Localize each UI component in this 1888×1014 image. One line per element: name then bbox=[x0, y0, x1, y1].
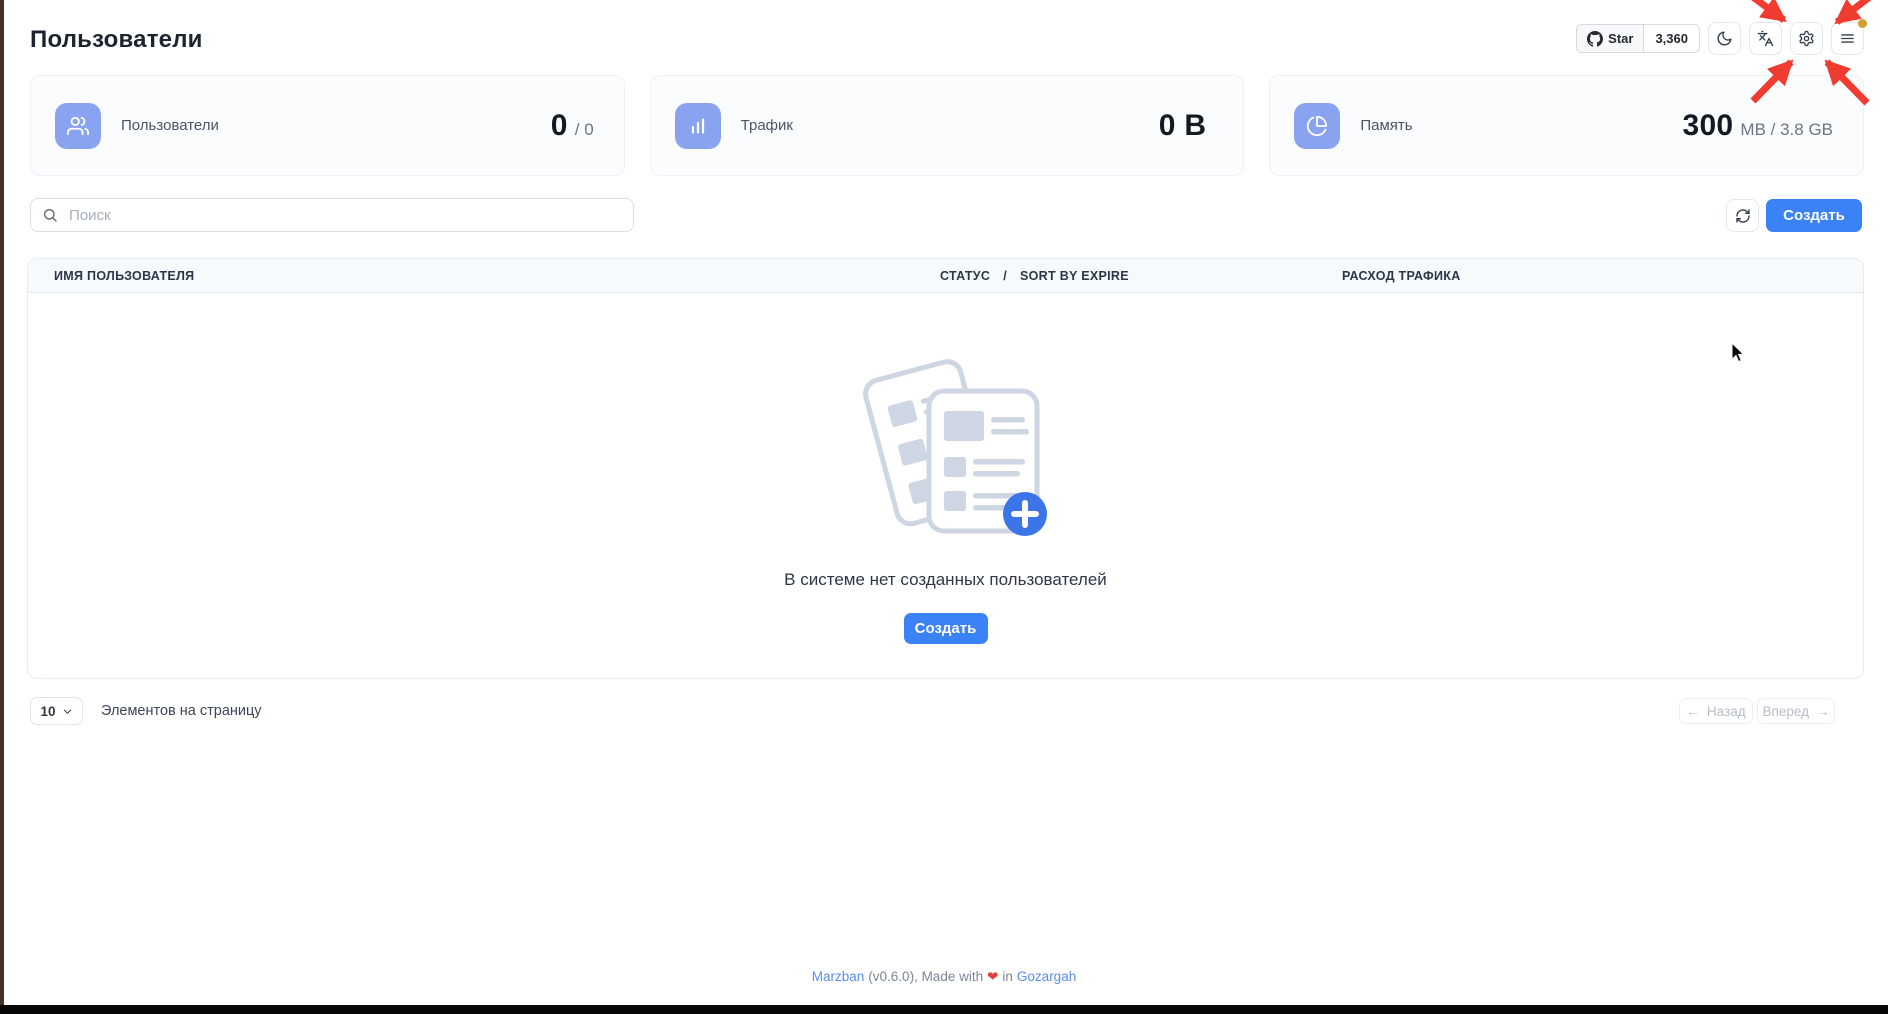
stat-card-users: Пользователи 0 / 0 bbox=[30, 75, 625, 176]
annotation-arrow-top-left bbox=[1738, 0, 1784, 20]
plus-circle-icon bbox=[1003, 492, 1047, 536]
refresh-icon bbox=[1735, 208, 1751, 224]
header-toolbar: Star 3,360 bbox=[1576, 22, 1864, 55]
github-icon bbox=[1587, 31, 1603, 47]
next-page-button[interactable]: Вперед → bbox=[1757, 698, 1835, 724]
create-user-button[interactable]: Создать bbox=[1766, 199, 1862, 232]
page-size-value: 10 bbox=[40, 704, 55, 719]
stat-value: 0 bbox=[551, 109, 568, 143]
heart-icon: ❤ bbox=[987, 969, 998, 985]
per-page-label: Элементов на страницу bbox=[101, 703, 262, 719]
marzban-users-page: Пользователи Star 3,360 bbox=[0, 0, 1888, 1014]
github-star-label: Star bbox=[1608, 31, 1633, 46]
language-button[interactable] bbox=[1749, 22, 1782, 55]
chevron-down-icon bbox=[62, 706, 73, 717]
github-star-count: 3,360 bbox=[1644, 25, 1699, 52]
stat-label: Пользователи bbox=[121, 117, 219, 134]
refresh-button[interactable] bbox=[1726, 199, 1759, 232]
stat-suffix: / 0 bbox=[575, 120, 594, 140]
stats-row: Пользователи 0 / 0 Трафик 0 B Память 300 bbox=[30, 75, 1864, 176]
stat-card-traffic: Трафик 0 B bbox=[650, 75, 1245, 176]
menu-button[interactable] bbox=[1831, 22, 1864, 55]
github-star-widget[interactable]: Star 3,360 bbox=[1576, 24, 1700, 53]
empty-state-message: В системе нет созданных пользователей bbox=[28, 570, 1863, 590]
search-input[interactable] bbox=[30, 198, 634, 232]
prev-page-button[interactable]: ← Назад bbox=[1679, 698, 1753, 724]
gear-icon bbox=[1798, 30, 1815, 47]
users-table: ИМЯ ПОЛЬЗОВАТЕЛЯ СТАТУС / SORT BY EXPIRE… bbox=[27, 258, 1864, 679]
left-arrow-icon: ← bbox=[1686, 704, 1700, 719]
moon-icon bbox=[1716, 30, 1733, 47]
traffic-icon bbox=[675, 103, 721, 149]
search-box bbox=[30, 198, 634, 232]
settings-button[interactable] bbox=[1790, 22, 1823, 55]
page-size-select[interactable]: 10 bbox=[30, 697, 83, 725]
stat-label: Трафик bbox=[741, 117, 793, 134]
footer-version-text: (v0.6.0), Made with bbox=[868, 969, 983, 985]
notification-dot bbox=[1858, 19, 1867, 28]
hamburger-icon bbox=[1839, 30, 1856, 47]
prev-label: Назад bbox=[1707, 704, 1746, 719]
next-label: Вперед bbox=[1763, 704, 1809, 719]
window-left-edge bbox=[0, 0, 4, 1014]
stat-card-memory: Память 300 MB / 3.8 GB bbox=[1269, 75, 1864, 176]
memory-icon bbox=[1294, 103, 1340, 149]
empty-state: В системе нет созданных пользователей Со… bbox=[28, 259, 1863, 644]
stat-value: 300 bbox=[1682, 109, 1733, 143]
stat-label: Память bbox=[1360, 117, 1412, 134]
footer: Marzban (v0.6.0), Made with ❤ in Gozarga… bbox=[0, 969, 1888, 985]
users-icon bbox=[55, 103, 101, 149]
empty-documents-illustration bbox=[841, 351, 1051, 549]
footer-preposition: in bbox=[1002, 969, 1013, 985]
translate-icon bbox=[1757, 30, 1774, 47]
empty-state-create-button[interactable]: Создать bbox=[904, 613, 988, 644]
search-icon bbox=[42, 207, 58, 223]
window-bottom-bar bbox=[0, 1005, 1888, 1014]
marzban-link[interactable]: Marzban bbox=[812, 969, 865, 985]
dark-mode-button[interactable] bbox=[1708, 22, 1741, 55]
page-title: Пользователи bbox=[30, 26, 203, 54]
gozargah-link[interactable]: Gozargah bbox=[1017, 969, 1076, 985]
stat-suffix: MB / 3.8 GB bbox=[1740, 120, 1833, 140]
right-arrow-icon: → bbox=[1816, 704, 1830, 719]
stat-value: 0 B bbox=[1159, 109, 1207, 143]
